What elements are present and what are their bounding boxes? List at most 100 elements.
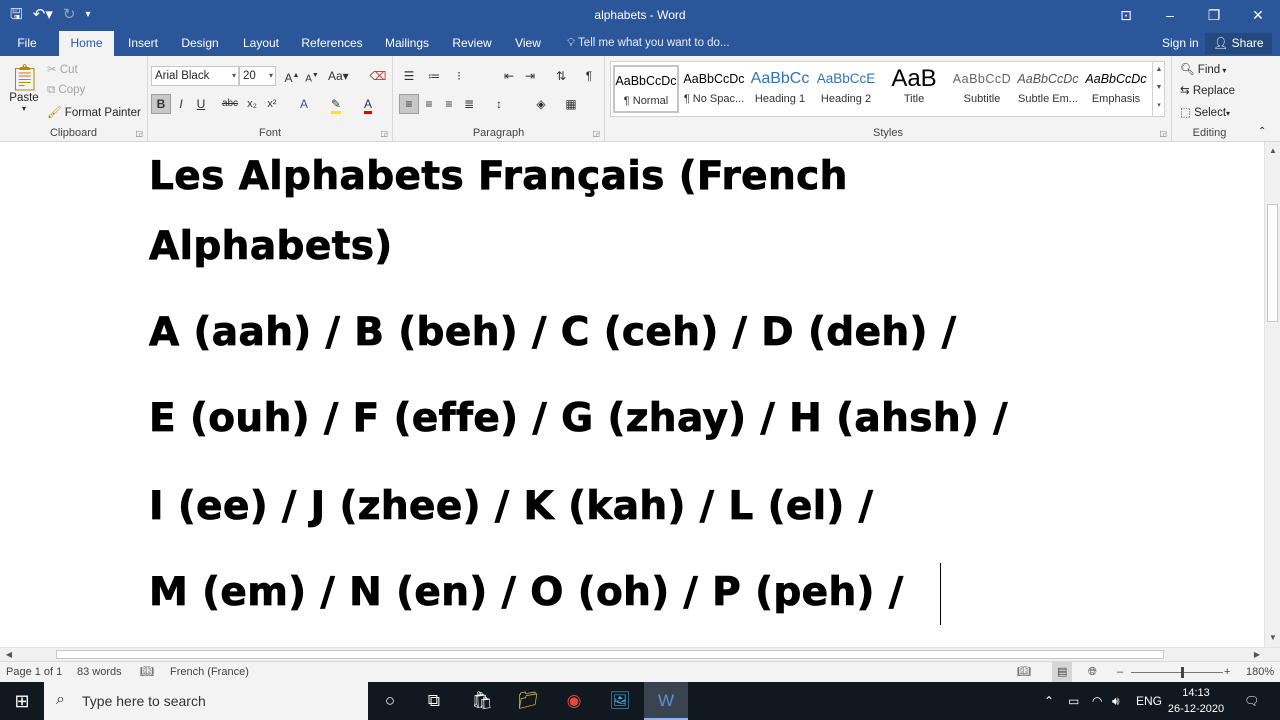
doc-text-line-1[interactable]: A (aah) / B (beh) / C (ceh) / D (deh) /: [149, 310, 957, 356]
chevron-up-icon[interactable]: ⌃: [1044, 682, 1054, 720]
taskbar-clock[interactable]: 14:13 26-12-2020: [1165, 685, 1227, 717]
style-heading-2[interactable]: AaBbCcE Heading 2: [813, 65, 879, 113]
dialog-launcher-icon[interactable]: ◲: [592, 129, 600, 138]
chevron-down-icon[interactable]: ▼: [1153, 79, 1165, 97]
tab-file[interactable]: File: [8, 31, 46, 56]
underline-button[interactable]: U: [191, 94, 211, 114]
scroll-left-icon[interactable]: ◀: [2, 648, 16, 662]
collapse-ribbon-icon[interactable]: ⌃: [1258, 126, 1266, 137]
vertical-scroll-thumb[interactable]: [1267, 204, 1278, 322]
font-color-icon[interactable]: A: [358, 94, 378, 114]
highlight-icon[interactable]: ✎: [326, 94, 346, 114]
word-app-icon[interactable]: W: [644, 682, 688, 720]
doc-text-line-4[interactable]: M (em) / N (en) / O (oh) / P (peh) /: [149, 570, 904, 616]
chrome-icon[interactable]: ◉: [552, 682, 596, 720]
zoom-in-icon[interactable]: +: [1224, 662, 1230, 683]
bullets-icon[interactable]: ☰: [399, 66, 419, 86]
increase-indent-icon[interactable]: ⇥: [520, 66, 540, 86]
strikethrough-button[interactable]: abc: [220, 94, 240, 114]
style-emphasis[interactable]: AaBbCcDc Emphasis: [1083, 65, 1149, 113]
dialog-launcher-icon[interactable]: ◲: [380, 129, 388, 138]
show-marks-icon[interactable]: ¶: [579, 66, 599, 86]
task-view-icon[interactable]: ⧉: [412, 682, 456, 720]
word-count[interactable]: 83 words: [77, 662, 122, 683]
proofing-icon[interactable]: 📖︎: [140, 662, 154, 683]
paste-button[interactable]: 📋︎ Paste ▾: [8, 62, 41, 113]
chevron-up-icon[interactable]: ▲: [1153, 61, 1165, 79]
tab-insert[interactable]: Insert: [122, 31, 164, 56]
zoom-level[interactable]: 180%: [1246, 662, 1274, 683]
battery-icon[interactable]: ▭: [1068, 682, 1079, 720]
sort-icon[interactable]: ⇅: [551, 66, 571, 86]
align-right-icon[interactable]: ≡: [439, 94, 459, 114]
subscript-button[interactable]: x₂: [242, 94, 262, 114]
horizontal-scrollbar[interactable]: ◀ ▶: [0, 647, 1280, 661]
scroll-right-icon[interactable]: ▶: [1250, 648, 1264, 662]
tab-view[interactable]: View: [510, 31, 546, 56]
tab-review[interactable]: Review: [448, 31, 496, 56]
numbering-icon[interactable]: ≔: [424, 66, 444, 86]
read-mode-icon[interactable]: 📖︎: [1017, 662, 1031, 683]
bold-button[interactable]: B: [151, 94, 171, 114]
page-count[interactable]: Page 1 of 1: [6, 662, 62, 683]
style-heading-1[interactable]: AaBbCc Heading 1: [747, 65, 813, 113]
tab-references[interactable]: References: [299, 31, 365, 56]
grow-font-icon[interactable]: A▲: [282, 66, 302, 86]
borders-icon[interactable]: ▦: [561, 94, 581, 114]
more-icon[interactable]: ▾: [1153, 97, 1165, 115]
multilevel-list-icon[interactable]: ⁝: [449, 66, 469, 86]
restore-icon[interactable]: ❐: [1192, 0, 1236, 31]
dialog-launcher-icon[interactable]: ◲: [135, 129, 143, 138]
document-canvas[interactable]: Les Alphabets Français (French Alphabets…: [0, 142, 1264, 647]
font-name-combo[interactable]: Arial Black ▾: [151, 66, 239, 86]
find-button[interactable]: 🔍︎ Find ▾: [1180, 62, 1226, 76]
close-icon[interactable]: ✕: [1236, 0, 1280, 31]
taskbar-search-box[interactable]: ⌕ Type here to search: [44, 682, 368, 720]
justify-icon[interactable]: ≣: [459, 94, 479, 114]
style-no-spacing[interactable]: AaBbCcDc ¶ No Spac...: [681, 65, 747, 113]
italic-button[interactable]: I: [171, 94, 191, 114]
style-subtitle[interactable]: AaBbCcD Subtitle: [949, 65, 1015, 113]
change-case-icon[interactable]: Aa▾: [328, 66, 349, 86]
style-normal[interactable]: AaBbCcDc ¶ Normal: [613, 65, 679, 113]
shading-icon[interactable]: ◈: [531, 94, 551, 114]
print-layout-icon[interactable]: ▤: [1052, 662, 1073, 683]
sign-in-link[interactable]: Sign in: [1162, 31, 1199, 56]
replace-button[interactable]: ⇆ Replace: [1180, 83, 1235, 97]
text-effects-icon[interactable]: A: [294, 94, 314, 114]
shrink-font-icon[interactable]: A▼: [302, 66, 322, 86]
font-size-combo[interactable]: 20 ▾: [239, 66, 276, 86]
wifi-icon[interactable]: ◠: [1092, 682, 1102, 720]
dialog-launcher-icon[interactable]: ◲: [1159, 129, 1167, 138]
language-tray[interactable]: ENG: [1136, 682, 1162, 720]
ribbon-display-options-icon[interactable]: ⊡: [1104, 0, 1148, 31]
doc-text-line-2[interactable]: E (ouh) / F (effe) / G (zhay) / H (ahsh)…: [149, 396, 1008, 442]
scroll-down-icon[interactable]: ▼: [1265, 631, 1280, 645]
tab-mailings[interactable]: Mailings: [380, 31, 434, 56]
tab-layout[interactable]: Layout: [238, 31, 284, 56]
scroll-up-icon[interactable]: ▲: [1265, 144, 1280, 158]
zoom-slider-track[interactable]: [1131, 672, 1223, 673]
superscript-button[interactable]: x²: [262, 94, 282, 114]
horizontal-scroll-thumb[interactable]: [56, 650, 1164, 659]
decrease-indent-icon[interactable]: ⇤: [499, 66, 519, 86]
photos-icon[interactable]: 🖼︎: [598, 682, 642, 720]
clear-formatting-icon[interactable]: ⌫: [368, 66, 388, 86]
file-explorer-icon[interactable]: 📁︎: [506, 682, 550, 720]
gallery-scroll[interactable]: ▲ ▼ ▾: [1152, 61, 1165, 117]
doc-heading-line-2[interactable]: Alphabets): [149, 224, 393, 270]
store-icon[interactable]: 🛍︎: [460, 682, 504, 720]
style-subtle-emphasis[interactable]: AaBbCcDc Subtle Em...: [1015, 65, 1081, 113]
tell-me-box[interactable]: 💡︎ Tell me what you want to do...: [567, 31, 730, 56]
cut-button[interactable]: ✂ Cut: [47, 62, 78, 76]
select-button[interactable]: ⬚ Select▾: [1180, 105, 1230, 119]
cortana-icon[interactable]: ○: [368, 682, 412, 720]
windows-start-icon[interactable]: ⊞: [0, 682, 44, 720]
zoom-slider-handle[interactable]: [1181, 667, 1184, 678]
tab-design[interactable]: Design: [176, 31, 224, 56]
line-spacing-icon[interactable]: ↕: [489, 94, 509, 114]
vertical-scrollbar[interactable]: ▲ ▼: [1264, 142, 1280, 647]
minimize-icon[interactable]: –: [1148, 0, 1192, 31]
zoom-out-icon[interactable]: –: [1117, 662, 1123, 683]
copy-button[interactable]: ⧉ Copy: [47, 84, 85, 97]
